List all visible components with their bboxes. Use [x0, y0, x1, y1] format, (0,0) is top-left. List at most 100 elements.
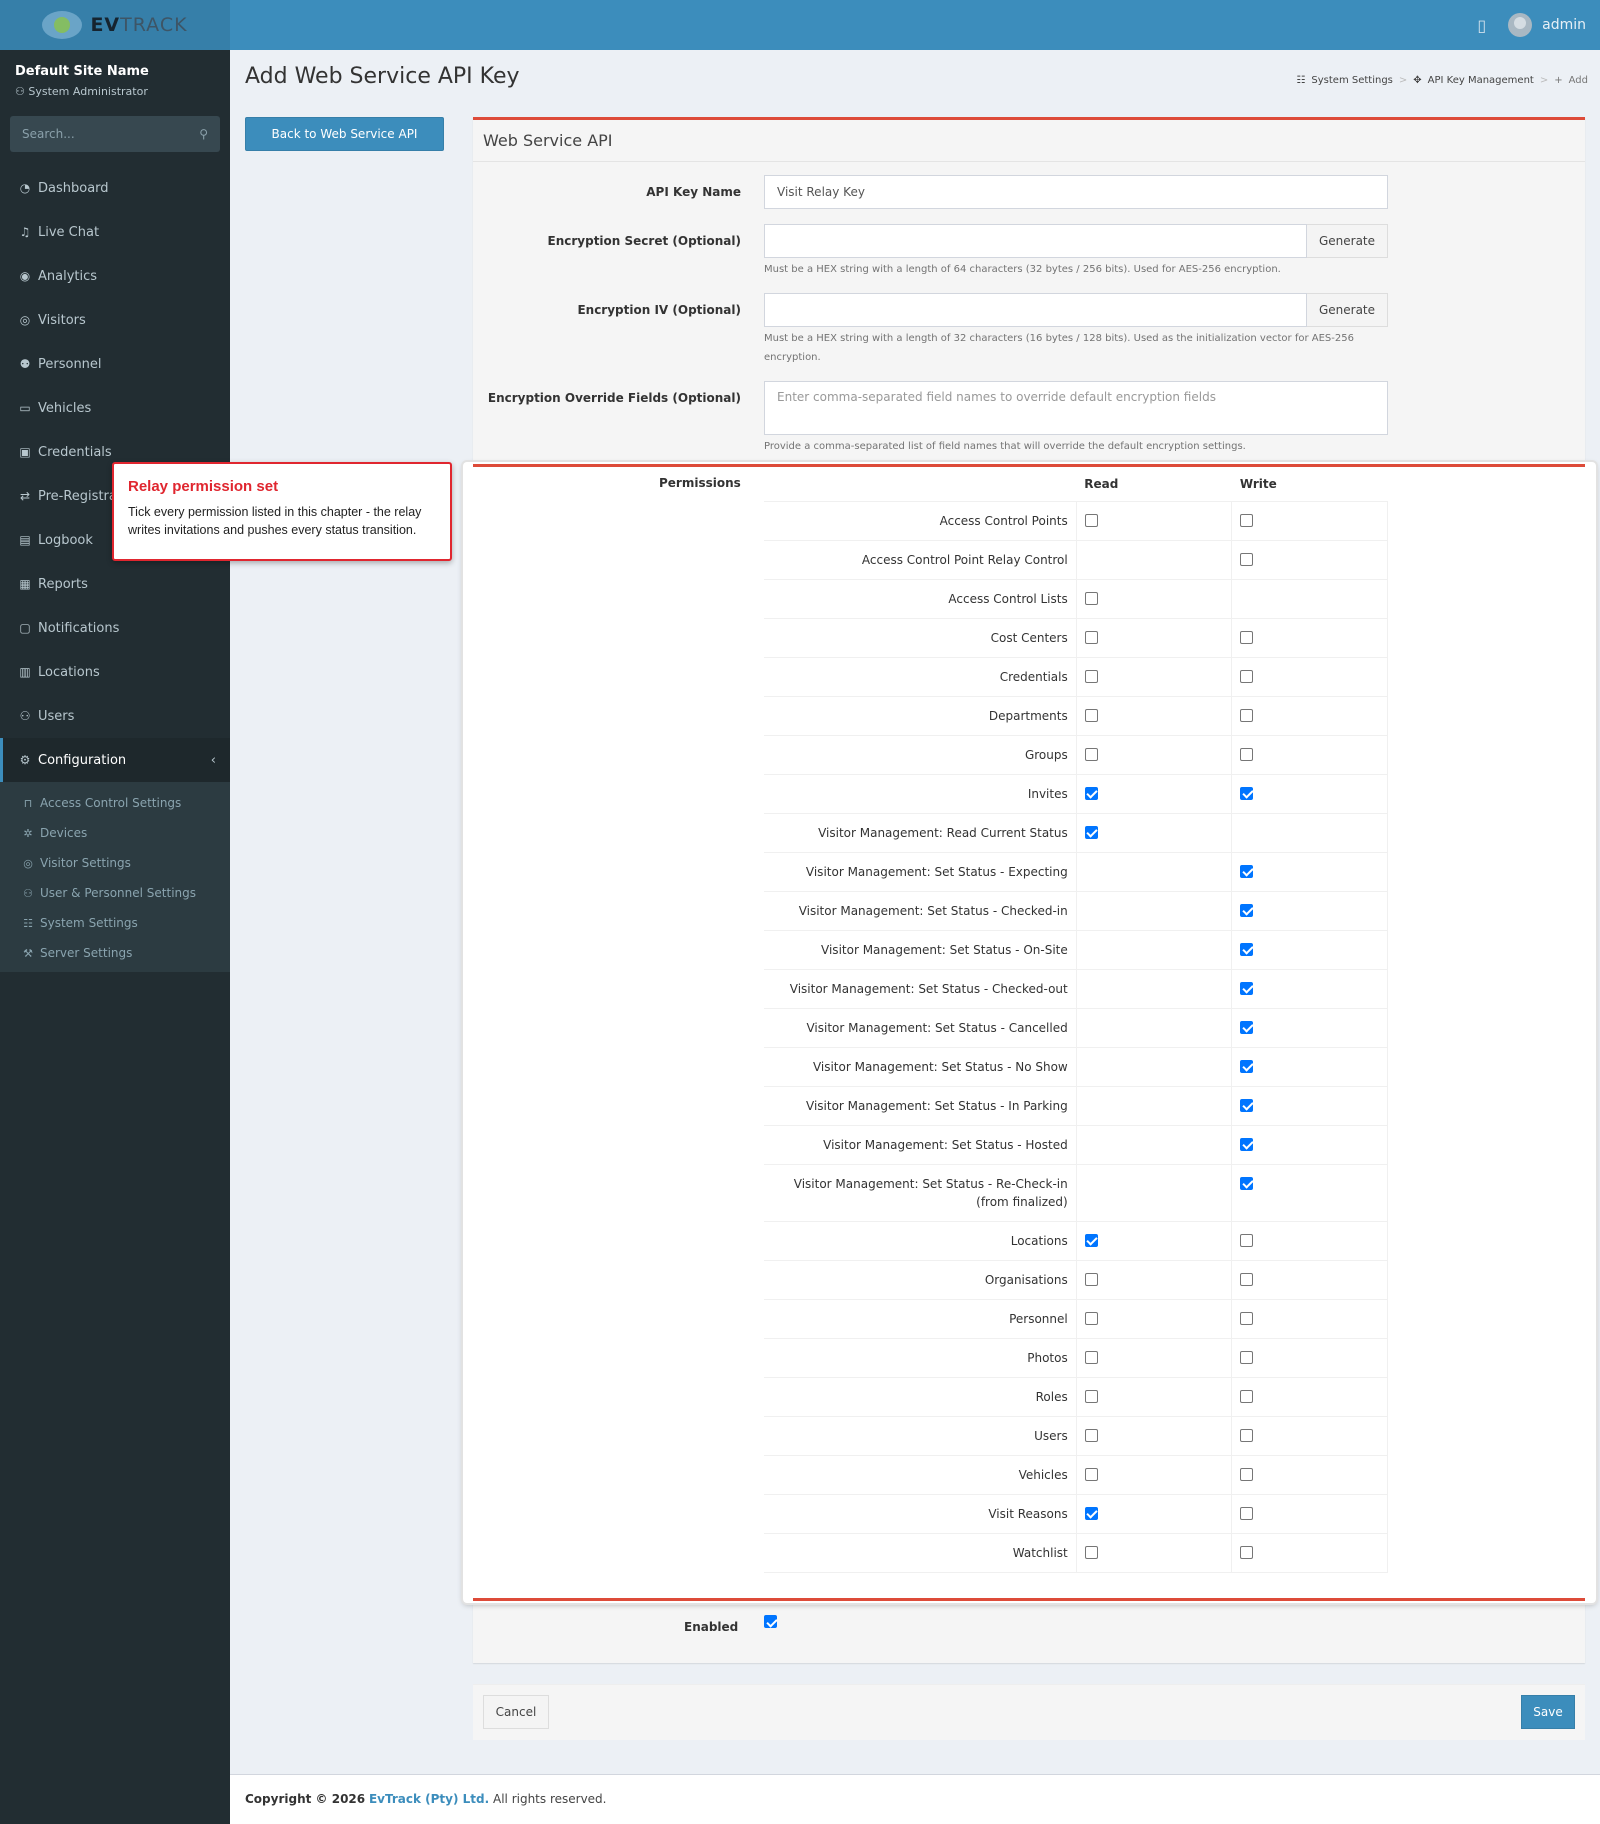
sidebar-item-users[interactable]: ⚇ Users [0, 694, 230, 738]
sidebar-item-dashboard[interactable]: ◔ Dashboard [0, 166, 230, 210]
write-checkbox[interactable] [1240, 942, 1254, 956]
read-checkbox[interactable] [1084, 513, 1098, 527]
read-checkbox[interactable] [1084, 1311, 1098, 1325]
read-cell [1076, 1085, 1233, 1125]
override-textarea[interactable] [764, 381, 1388, 435]
write-checkbox[interactable] [1240, 1350, 1254, 1364]
submenu-item-visitor-settings[interactable]: ◎ Visitor Settings [0, 848, 230, 878]
generate-iv-button[interactable]: Generate [1307, 293, 1388, 327]
write-checkbox[interactable] [1240, 1389, 1254, 1403]
back-button[interactable]: Back to Web Service API [245, 117, 444, 151]
write-cell [1231, 1298, 1388, 1338]
write-cell [1231, 812, 1388, 852]
read-checkbox[interactable] [1084, 1233, 1098, 1247]
notifications-icon: ▢ [19, 621, 31, 635]
submenu-item-devices[interactable]: ✲ Devices [0, 818, 230, 848]
write-cell [1231, 695, 1388, 735]
submenu-item-user-personnel-settings[interactable]: ⚇ User & Personnel Settings [0, 878, 230, 908]
write-checkbox[interactable] [1240, 1311, 1254, 1325]
sidebar-item-personnel[interactable]: ⚉ Personnel [0, 342, 230, 386]
sidebar-item-analytics[interactable]: ◉ Analytics [0, 254, 230, 298]
permission-row: Groups [764, 734, 1388, 774]
write-checkbox[interactable] [1240, 1428, 1254, 1442]
building-icon[interactable]: ▯ [1477, 16, 1486, 35]
write-checkbox[interactable] [1240, 981, 1254, 995]
write-checkbox[interactable] [1240, 630, 1254, 644]
read-cell [1076, 890, 1233, 930]
write-checkbox[interactable] [1240, 708, 1254, 722]
write-checkbox[interactable] [1240, 1233, 1254, 1247]
permission-name: Organisations [764, 1259, 1077, 1299]
read-cell [1076, 1337, 1233, 1377]
read-cell [1076, 968, 1233, 1008]
write-checkbox[interactable] [1240, 1020, 1254, 1034]
breadcrumb-separator: > [1539, 75, 1549, 86]
write-checkbox[interactable] [1240, 1506, 1254, 1520]
iv-input[interactable] [764, 293, 1307, 327]
write-checkbox[interactable] [1240, 903, 1254, 917]
breadcrumb-system-settings[interactable]: System Settings [1311, 75, 1392, 86]
user-icon: ⚇ [15, 85, 29, 98]
write-checkbox[interactable] [1240, 1098, 1254, 1112]
read-checkbox[interactable] [1084, 1506, 1098, 1520]
logo[interactable]: EVTRACK [0, 0, 230, 50]
sidebar-item-locations[interactable]: ▥ Locations [0, 650, 230, 694]
write-checkbox[interactable] [1240, 1545, 1254, 1559]
sidebar-item-visitors[interactable]: ◎ Visitors [0, 298, 230, 342]
write-checkbox[interactable] [1240, 513, 1254, 527]
write-cell [1231, 734, 1388, 774]
submenu-item-server-settings[interactable]: ⚒ Server Settings [0, 938, 230, 968]
write-cell [1231, 1259, 1388, 1299]
cancel-button[interactable]: Cancel [483, 1695, 549, 1729]
sidebar-item-notifications[interactable]: ▢ Notifications [0, 606, 230, 650]
permission-row: Photos [764, 1337, 1388, 1377]
breadcrumb-api-key-management[interactable]: API Key Management [1428, 75, 1534, 86]
write-checkbox[interactable] [1240, 1272, 1254, 1286]
read-checkbox[interactable] [1084, 708, 1098, 722]
enabled-label: Enabled [684, 1620, 739, 1634]
sidebar-item-live-chat[interactable]: ♫ Live Chat [0, 210, 230, 254]
read-cell [1076, 1124, 1233, 1164]
write-checkbox[interactable] [1240, 786, 1254, 800]
write-checkbox[interactable] [1240, 864, 1254, 878]
submenu-item-system-settings[interactable]: ☷ System Settings [0, 908, 230, 938]
permission-name: Cost Centers [764, 617, 1077, 657]
write-checkbox[interactable] [1240, 1467, 1254, 1481]
api-key-name-input[interactable] [764, 175, 1388, 209]
secret-input[interactable] [764, 224, 1307, 258]
sidebar-item-reports[interactable]: ▦ Reports [0, 562, 230, 606]
write-checkbox[interactable] [1240, 1176, 1254, 1190]
sidebar-item-configuration[interactable]: ⚙ Configuration ‹ [0, 738, 230, 782]
company-link[interactable]: EvTrack (Pty) Ltd. [369, 1792, 489, 1806]
sidebar-item-vehicles[interactable]: ▭ Vehicles [0, 386, 230, 430]
save-button[interactable]: Save [1521, 1695, 1575, 1729]
search-icon[interactable]: ⚲ [199, 127, 208, 141]
read-checkbox[interactable] [1084, 630, 1098, 644]
permission-name: Locations [764, 1220, 1077, 1260]
write-cell [1231, 968, 1388, 1008]
read-checkbox[interactable] [1084, 669, 1098, 683]
read-checkbox[interactable] [1084, 1389, 1098, 1403]
enabled-checkbox[interactable] [764, 1615, 777, 1628]
read-checkbox[interactable] [1084, 825, 1098, 839]
user-menu[interactable]: admin [1542, 17, 1586, 33]
read-checkbox[interactable] [1084, 1545, 1098, 1559]
read-checkbox[interactable] [1084, 786, 1098, 800]
avatar[interactable] [1508, 13, 1533, 37]
read-cell [1076, 539, 1233, 579]
submenu-item-access-control-settings[interactable]: ⊓ Access Control Settings [0, 788, 230, 818]
write-checkbox[interactable] [1240, 1137, 1254, 1151]
search-input[interactable] [22, 127, 172, 141]
write-checkbox[interactable] [1240, 552, 1254, 566]
read-checkbox[interactable] [1084, 1467, 1098, 1481]
read-checkbox[interactable] [1084, 1428, 1098, 1442]
read-checkbox[interactable] [1084, 747, 1098, 761]
write-cell [1231, 1532, 1388, 1573]
generate-secret-button[interactable]: Generate [1307, 224, 1388, 258]
write-checkbox[interactable] [1240, 669, 1254, 683]
read-checkbox[interactable] [1084, 1350, 1098, 1364]
read-checkbox[interactable] [1084, 591, 1098, 605]
write-checkbox[interactable] [1240, 1059, 1254, 1073]
read-checkbox[interactable] [1084, 1272, 1098, 1286]
write-checkbox[interactable] [1240, 747, 1254, 761]
